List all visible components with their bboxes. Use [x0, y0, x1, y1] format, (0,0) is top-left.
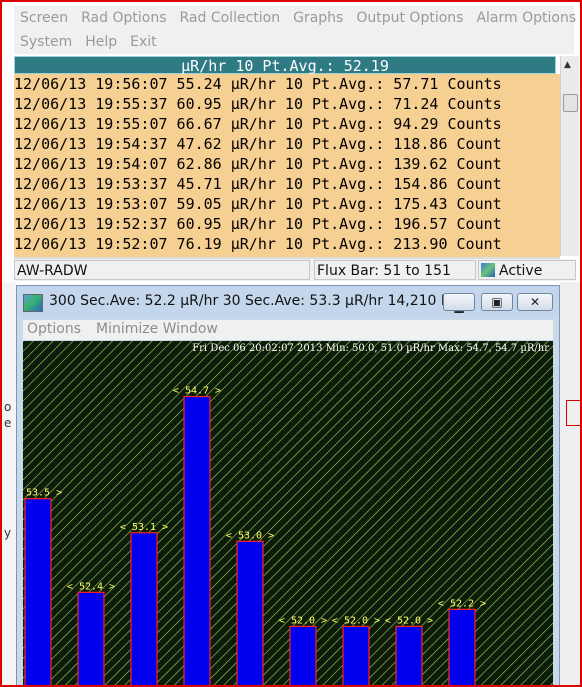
menu-output-options[interactable]: Output Options: [356, 10, 463, 26]
scroll-thumb[interactable]: [563, 94, 578, 112]
bar-value-label: < 52.4 >: [67, 581, 115, 592]
chart-title: Fri Dec 06 20:02:07 2013 Min: 50.0, 51.0…: [192, 343, 549, 354]
background-text: e: [4, 416, 12, 430]
menu-rad-options[interactable]: Rad Options: [81, 10, 166, 26]
close-icon: ✕: [529, 295, 541, 309]
station-name: AW-RADW: [14, 260, 310, 280]
menu-screen[interactable]: Screen: [20, 10, 68, 26]
menu-graphs[interactable]: Graphs: [293, 10, 343, 26]
background-text: y: [4, 526, 12, 540]
current-average-header: µR/hr 10 Pt.Avg.: 52.19: [14, 56, 556, 75]
reading-log: 12/06/13 19:56:07 55.24 µR/hr 10 Pt.Avg.…: [14, 74, 560, 257]
chart-canvas: < 53.5 > < 52.4 > < 53.1 > < 54.7 > < 53.0 >…: [23, 341, 553, 685]
bar-value-label: < 52.0 >: [385, 615, 433, 626]
window-menubar: Options Minimize Window: [23, 320, 553, 340]
screen-frame: Screen Rad Options Rad Collection Graphs…: [0, 0, 582, 687]
menu-help[interactable]: Help: [85, 34, 117, 50]
flux-bar-range: Flux Bar: 51 to 151: [314, 260, 476, 280]
minimize-icon: ▁: [454, 299, 464, 313]
log-scrollbar[interactable]: ▲: [560, 56, 579, 256]
red-highlight-box: [566, 400, 580, 426]
maximize-icon: ▣: [491, 295, 503, 309]
background-window-strip-right: [560, 282, 580, 685]
bar-value-label: < 52.0 >: [332, 615, 380, 626]
histogram-bar: [24, 498, 52, 685]
maximize-button[interactable]: ▣: [481, 293, 513, 311]
active-label: Active: [499, 263, 543, 279]
histogram-bar: [448, 608, 476, 685]
close-button[interactable]: ✕: [517, 293, 553, 311]
status-bar: AW-RADW Flux Bar: 51 to 151 Active: [14, 259, 576, 281]
log-line: 12/06/13 19:53:07 59.05 µR/hr 10 Pt.Avg.…: [14, 195, 502, 213]
bar-value-label: < 52.2 >: [438, 598, 486, 609]
histogram-window: 300 Sec.Ave: 52.2 µR/hr 30 Sec.Ave: 53.3…: [16, 285, 560, 685]
menu-rad-collection[interactable]: Rad Collection: [180, 10, 281, 26]
menu-system[interactable]: System: [20, 34, 72, 50]
menu-alarm-options[interactable]: Alarm Options: [476, 10, 576, 26]
status-icon: [481, 263, 495, 277]
histogram-bar: [130, 532, 158, 685]
active-status: Active: [478, 260, 576, 280]
log-line: 12/06/13 19:53:37 45.71 µR/hr 10 Pt.Avg.…: [14, 175, 502, 193]
scroll-up-arrow-icon[interactable]: ▲: [564, 60, 571, 70]
log-line: 12/06/13 19:55:07 66.67 µR/hr 10 Pt.Avg.…: [14, 115, 502, 133]
histogram-bar: [236, 540, 264, 685]
window-titlebar[interactable]: 300 Sec.Ave: 52.2 µR/hr 30 Sec.Ave: 53.3…: [17, 286, 559, 318]
background-window-strip: o e y: [2, 282, 16, 685]
menubar-row-1: Screen Rad Options Rad Collection Graphs…: [20, 10, 580, 26]
log-line: 12/06/13 19:54:07 62.86 µR/hr 10 Pt.Avg.…: [14, 155, 502, 173]
log-line: 12/06/13 19:52:37 60.95 µR/hr 10 Pt.Avg.…: [14, 215, 502, 233]
app-icon: [23, 294, 43, 312]
histogram-bar: [342, 625, 370, 685]
histogram-bar: [183, 395, 211, 685]
window-title: 300 Sec.Ave: 52.2 µR/hr 30 Sec.Ave: 53.3…: [49, 293, 469, 309]
minimize-button[interactable]: ▁: [443, 293, 475, 313]
log-line: 12/06/13 19:54:37 47.62 µR/hr 10 Pt.Avg.…: [14, 135, 502, 153]
main-menubar: Screen Rad Options Rad Collection Graphs…: [14, 6, 576, 54]
bar-value-label: < 53.0 >: [226, 530, 274, 541]
log-line: 12/06/13 19:52:07 76.19 µR/hr 10 Pt.Avg.…: [14, 235, 502, 253]
histogram-chart: < 53.5 > < 52.4 > < 53.1 > < 54.7 > < 53.0 >…: [23, 341, 553, 685]
bar-value-label: < 54.7 >: [173, 386, 221, 397]
histogram-bar: [395, 625, 423, 685]
bar-value-label: < 53.1 >: [120, 522, 168, 533]
background-text: o: [4, 400, 12, 414]
log-line: 12/06/13 19:56:07 55.24 µR/hr 10 Pt.Avg.…: [14, 75, 502, 93]
histogram-bar: [77, 591, 105, 685]
bar-value-label: < 53.5 >: [23, 488, 62, 499]
menu-options[interactable]: Options: [27, 321, 81, 337]
menu-minimize-window[interactable]: Minimize Window: [96, 321, 218, 337]
histogram-bar: [289, 625, 317, 685]
bar-value-label: < 52.0 >: [279, 615, 327, 626]
menu-exit[interactable]: Exit: [130, 34, 157, 50]
log-line: 12/06/13 19:55:37 60.95 µR/hr 10 Pt.Avg.…: [14, 95, 502, 113]
menubar-row-2: System Help Exit: [20, 34, 170, 50]
